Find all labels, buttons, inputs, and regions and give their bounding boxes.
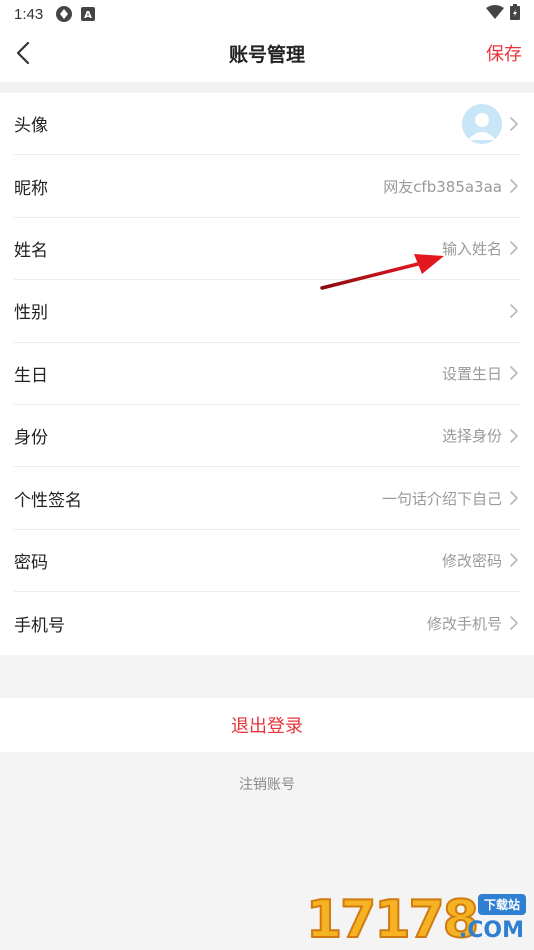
logout-button[interactable]: 退出登录	[0, 698, 534, 752]
watermark-domain: .COM	[458, 918, 524, 943]
sync-icon	[55, 5, 73, 23]
chevron-right-icon	[508, 552, 520, 568]
chevron-right-icon	[508, 303, 520, 319]
row-value: 一句话介绍下自己	[381, 489, 502, 508]
row-avatar[interactable]: 头像	[14, 93, 520, 156]
back-button[interactable]	[6, 38, 40, 72]
chevron-right-icon	[508, 178, 520, 194]
nav-bar: 账号管理 保存	[0, 28, 534, 82]
settings-list: 头像 昵称 网友cfb385a3aa 姓名 输入姓名 性别 生日 设置生日 身份…	[0, 93, 534, 655]
chevron-right-icon	[508, 116, 520, 132]
section-divider	[0, 82, 534, 93]
row-value: 输入姓名	[441, 239, 502, 258]
status-bar: 1:43 A	[0, 0, 534, 28]
battery-icon	[510, 4, 520, 24]
chevron-right-icon	[508, 490, 520, 506]
row-value: 修改密码	[441, 551, 502, 570]
watermark-badge: 下载站	[477, 894, 526, 915]
row-gender[interactable]: 性别	[14, 280, 520, 343]
row-label: 生日	[14, 365, 48, 386]
page-title: 账号管理	[228, 44, 305, 66]
avatar[interactable]	[462, 103, 502, 144]
chevron-right-icon	[508, 240, 520, 256]
cancel-account-link[interactable]: 注销账号	[0, 774, 534, 794]
row-value: 修改手机号	[426, 614, 502, 633]
row-label: 头像	[14, 116, 48, 137]
row-birthday[interactable]: 生日 设置生日	[14, 343, 520, 405]
row-label: 身份	[14, 428, 48, 449]
row-value: 网友cfb385a3aa	[383, 177, 502, 196]
watermark-digits: 17178	[305, 889, 480, 950]
row-identity[interactable]: 身份 选择身份	[14, 405, 520, 468]
row-label: 昵称	[14, 178, 48, 199]
wifi-icon	[486, 5, 504, 23]
svg-text:A: A	[84, 10, 92, 21]
row-phone[interactable]: 手机号 修改手机号	[14, 592, 520, 654]
row-name[interactable]: 姓名 输入姓名	[14, 218, 520, 281]
status-time: 1:43	[14, 5, 44, 23]
row-label: 姓名	[14, 240, 48, 261]
chevron-right-icon	[508, 615, 520, 631]
logout-label: 退出登录	[231, 716, 303, 737]
save-button[interactable]: 保存	[486, 28, 522, 82]
row-label: 个性签名	[14, 490, 82, 511]
row-value: 选择身份	[441, 427, 502, 446]
row-label: 手机号	[14, 615, 65, 636]
row-label: 性别	[14, 303, 48, 324]
row-password[interactable]: 密码 修改密码	[14, 530, 520, 593]
row-value: 设置生日	[441, 364, 502, 383]
watermark-logo: 17178 下载站 .COM	[300, 888, 530, 950]
chevron-right-icon	[508, 365, 520, 381]
row-signature[interactable]: 个性签名 一句话介绍下自己	[14, 467, 520, 530]
app-a-icon: A	[81, 7, 96, 21]
chevron-left-icon	[16, 41, 30, 69]
row-label: 密码	[14, 552, 48, 573]
row-nickname[interactable]: 昵称 网友cfb385a3aa	[14, 155, 520, 218]
chevron-right-icon	[508, 428, 520, 444]
